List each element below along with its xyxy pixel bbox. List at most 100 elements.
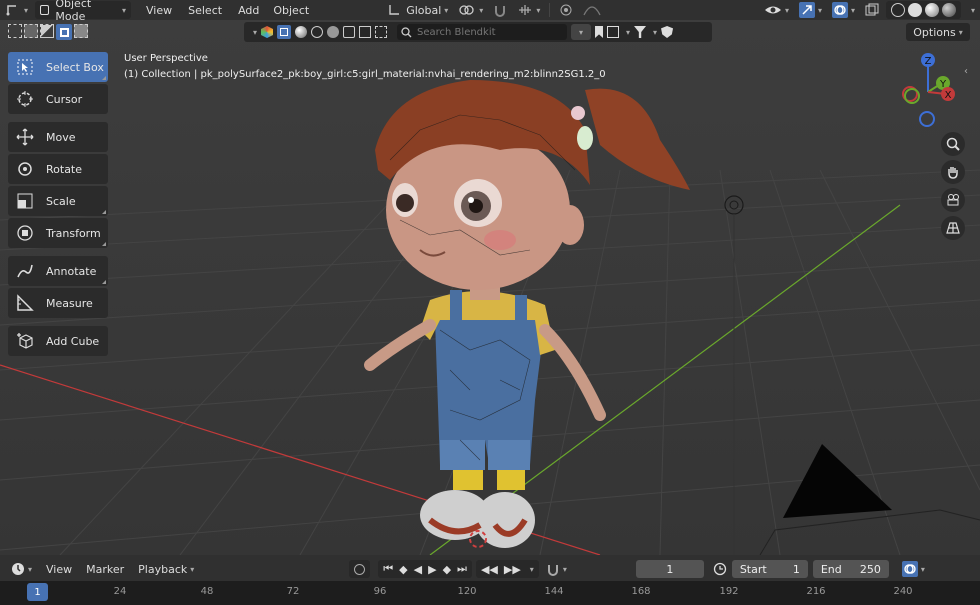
- select-extend-icon[interactable]: [24, 24, 38, 38]
- prev-keyframe-icon[interactable]: ◆: [399, 563, 407, 576]
- clock-icon: [12, 563, 24, 575]
- asset-type-material-icon[interactable]: [295, 26, 308, 38]
- search-icon: [401, 26, 412, 37]
- record-icon: [354, 563, 366, 575]
- overlays-icon[interactable]: ▾: [827, 1, 860, 19]
- cursor-icon: [14, 88, 36, 110]
- menu-object[interactable]: Object: [268, 1, 314, 19]
- xray-icon[interactable]: [860, 1, 884, 19]
- mode-dropdown[interactable]: Object Mode ▾: [35, 0, 132, 23]
- select-intersect-icon[interactable]: [74, 24, 88, 38]
- zoom-icon[interactable]: [941, 132, 965, 156]
- select-invert-icon[interactable]: [56, 24, 72, 40]
- tool-annotate[interactable]: Annotate: [8, 256, 108, 286]
- proportional-editing-icon[interactable]: [554, 1, 578, 19]
- tool-label: Move: [46, 130, 76, 144]
- tool-label: Annotate: [46, 264, 97, 278]
- tool-measure[interactable]: Measure: [8, 288, 108, 318]
- shading-modes[interactable]: [885, 1, 961, 19]
- next-key-icon[interactable]: ▶▶: [504, 563, 521, 576]
- asset-type-hdr-icon[interactable]: [311, 26, 324, 38]
- axes-icon: [389, 5, 400, 15]
- toolbar: Select Box Cursor Move Rotate Scale Transform…: [8, 52, 108, 358]
- tool-label: Transform: [46, 226, 101, 240]
- jump-start-icon[interactable]: ⏮: [383, 562, 393, 576]
- editor-type-dropdown[interactable]: ▾: [6, 560, 37, 578]
- playhead-frame[interactable]: 1: [27, 583, 48, 601]
- shading-options-icon[interactable]: ▾: [963, 1, 980, 19]
- move-icon: [14, 126, 36, 148]
- rendered-shading-icon[interactable]: [941, 3, 956, 17]
- falloff-icon[interactable]: [578, 1, 606, 19]
- play-icon[interactable]: ▶: [428, 563, 436, 576]
- top-header: ▾ Object Mode ▾ View Select Add Object Gl…: [0, 0, 980, 23]
- tool-transform[interactable]: Transform: [8, 218, 108, 248]
- prev-key-icon[interactable]: ◀◀: [481, 563, 498, 576]
- category-icon[interactable]: [607, 26, 620, 38]
- select-new-icon[interactable]: [8, 24, 22, 38]
- pan-hand-icon[interactable]: [941, 160, 965, 184]
- current-frame-field[interactable]: 1: [635, 560, 704, 578]
- end-frame-field[interactable]: End 250: [812, 560, 889, 578]
- pivot-point-icon[interactable]: ▾: [453, 1, 488, 19]
- snap-target-icon[interactable]: ▾: [512, 1, 545, 19]
- gizmo-z-label: Z: [925, 56, 932, 67]
- filter-icon[interactable]: [634, 26, 647, 38]
- solid-shading-icon[interactable]: [907, 3, 922, 17]
- menu-select[interactable]: Select: [183, 1, 227, 19]
- wireframe-shading-icon[interactable]: [890, 3, 905, 17]
- sidebar-toggle-icon[interactable]: ‹: [964, 66, 968, 77]
- select-subtract-icon[interactable]: [40, 24, 54, 38]
- blendkit-logo-icon[interactable]: [261, 26, 274, 38]
- play-reverse-icon[interactable]: ◀: [414, 563, 422, 576]
- options-button[interactable]: Options ▾: [906, 23, 970, 41]
- menu-view[interactable]: View: [141, 1, 177, 19]
- camera-view-icon[interactable]: [941, 188, 965, 212]
- timeline-menu-view[interactable]: View: [41, 560, 77, 578]
- transform-pivot-icon[interactable]: ▾: [0, 1, 33, 19]
- snap-icon[interactable]: [488, 1, 512, 19]
- viewport-header: ▾ ▾ ▾ ▾ Options▾: [0, 20, 980, 44]
- timeline-menu-playback[interactable]: Playback ▾: [133, 560, 199, 578]
- timeline-header: ▾ View Marker Playback ▾ ⏮ ◆ ◀ ▶ ◆ ⏭ ◀◀ ▶…: [0, 557, 980, 581]
- perspective-toggle-icon[interactable]: [941, 216, 965, 240]
- tool-add-cube[interactable]: Add Cube: [8, 326, 108, 356]
- gizmo-toggle-icon[interactable]: ▾: [794, 1, 827, 19]
- viewport-scene: [0, 20, 980, 555]
- visibility-icon[interactable]: ▾: [759, 1, 794, 19]
- start-frame-field[interactable]: Start 1: [731, 560, 808, 578]
- bookmark-icon[interactable]: [595, 26, 604, 38]
- snapping-icon[interactable]: ▾: [541, 560, 572, 578]
- timeline-overlay-icon[interactable]: ▾: [897, 560, 930, 578]
- tool-select-box[interactable]: Select Box: [8, 52, 108, 82]
- 3d-viewport[interactable]: ▾ ▾ ▾ ▾ Options▾ User Perspective (1) Co…: [0, 20, 980, 555]
- keyframe-nav: ◀◀ ▶▶ ▾: [475, 560, 539, 578]
- search-dropdown-icon[interactable]: ▾: [571, 24, 592, 40]
- asset-type-brush-icon[interactable]: [343, 26, 356, 38]
- search-field[interactable]: [397, 24, 568, 40]
- blendkit-menu-icon[interactable]: ▾: [253, 28, 257, 37]
- frame-tick: 120: [457, 586, 477, 597]
- asset-type-scene-icon[interactable]: [327, 26, 340, 38]
- preview-range-icon[interactable]: [708, 560, 732, 578]
- verify-icon[interactable]: [661, 26, 674, 38]
- orientation-dropdown[interactable]: Global ▾: [382, 1, 453, 19]
- tool-label: Select Box: [46, 60, 104, 74]
- navigation-gizmo[interactable]: Z Y X: [888, 52, 968, 132]
- asset-type-model-icon[interactable]: [277, 25, 292, 39]
- tool-cursor[interactable]: Cursor: [8, 84, 108, 114]
- tool-label: Cursor: [46, 92, 83, 106]
- auto-keying-button[interactable]: [349, 560, 371, 578]
- timeline-menu-marker[interactable]: Marker: [81, 560, 129, 578]
- search-input[interactable]: [417, 26, 558, 38]
- next-keyframe-icon[interactable]: ◆: [443, 563, 451, 576]
- jump-end-icon[interactable]: ⏭: [457, 562, 467, 576]
- tool-rotate[interactable]: Rotate: [8, 154, 108, 184]
- tool-move[interactable]: Move: [8, 122, 108, 152]
- asset-type-nodegroup-icon[interactable]: [375, 26, 388, 38]
- tool-scale[interactable]: Scale: [8, 186, 108, 216]
- asset-type-printable-icon[interactable]: [359, 26, 372, 38]
- timeline-ruler[interactable]: 1 24 48 72 96 120 144 168 192 216 240: [0, 581, 980, 605]
- material-shading-icon[interactable]: [924, 3, 939, 17]
- menu-add[interactable]: Add: [233, 1, 264, 19]
